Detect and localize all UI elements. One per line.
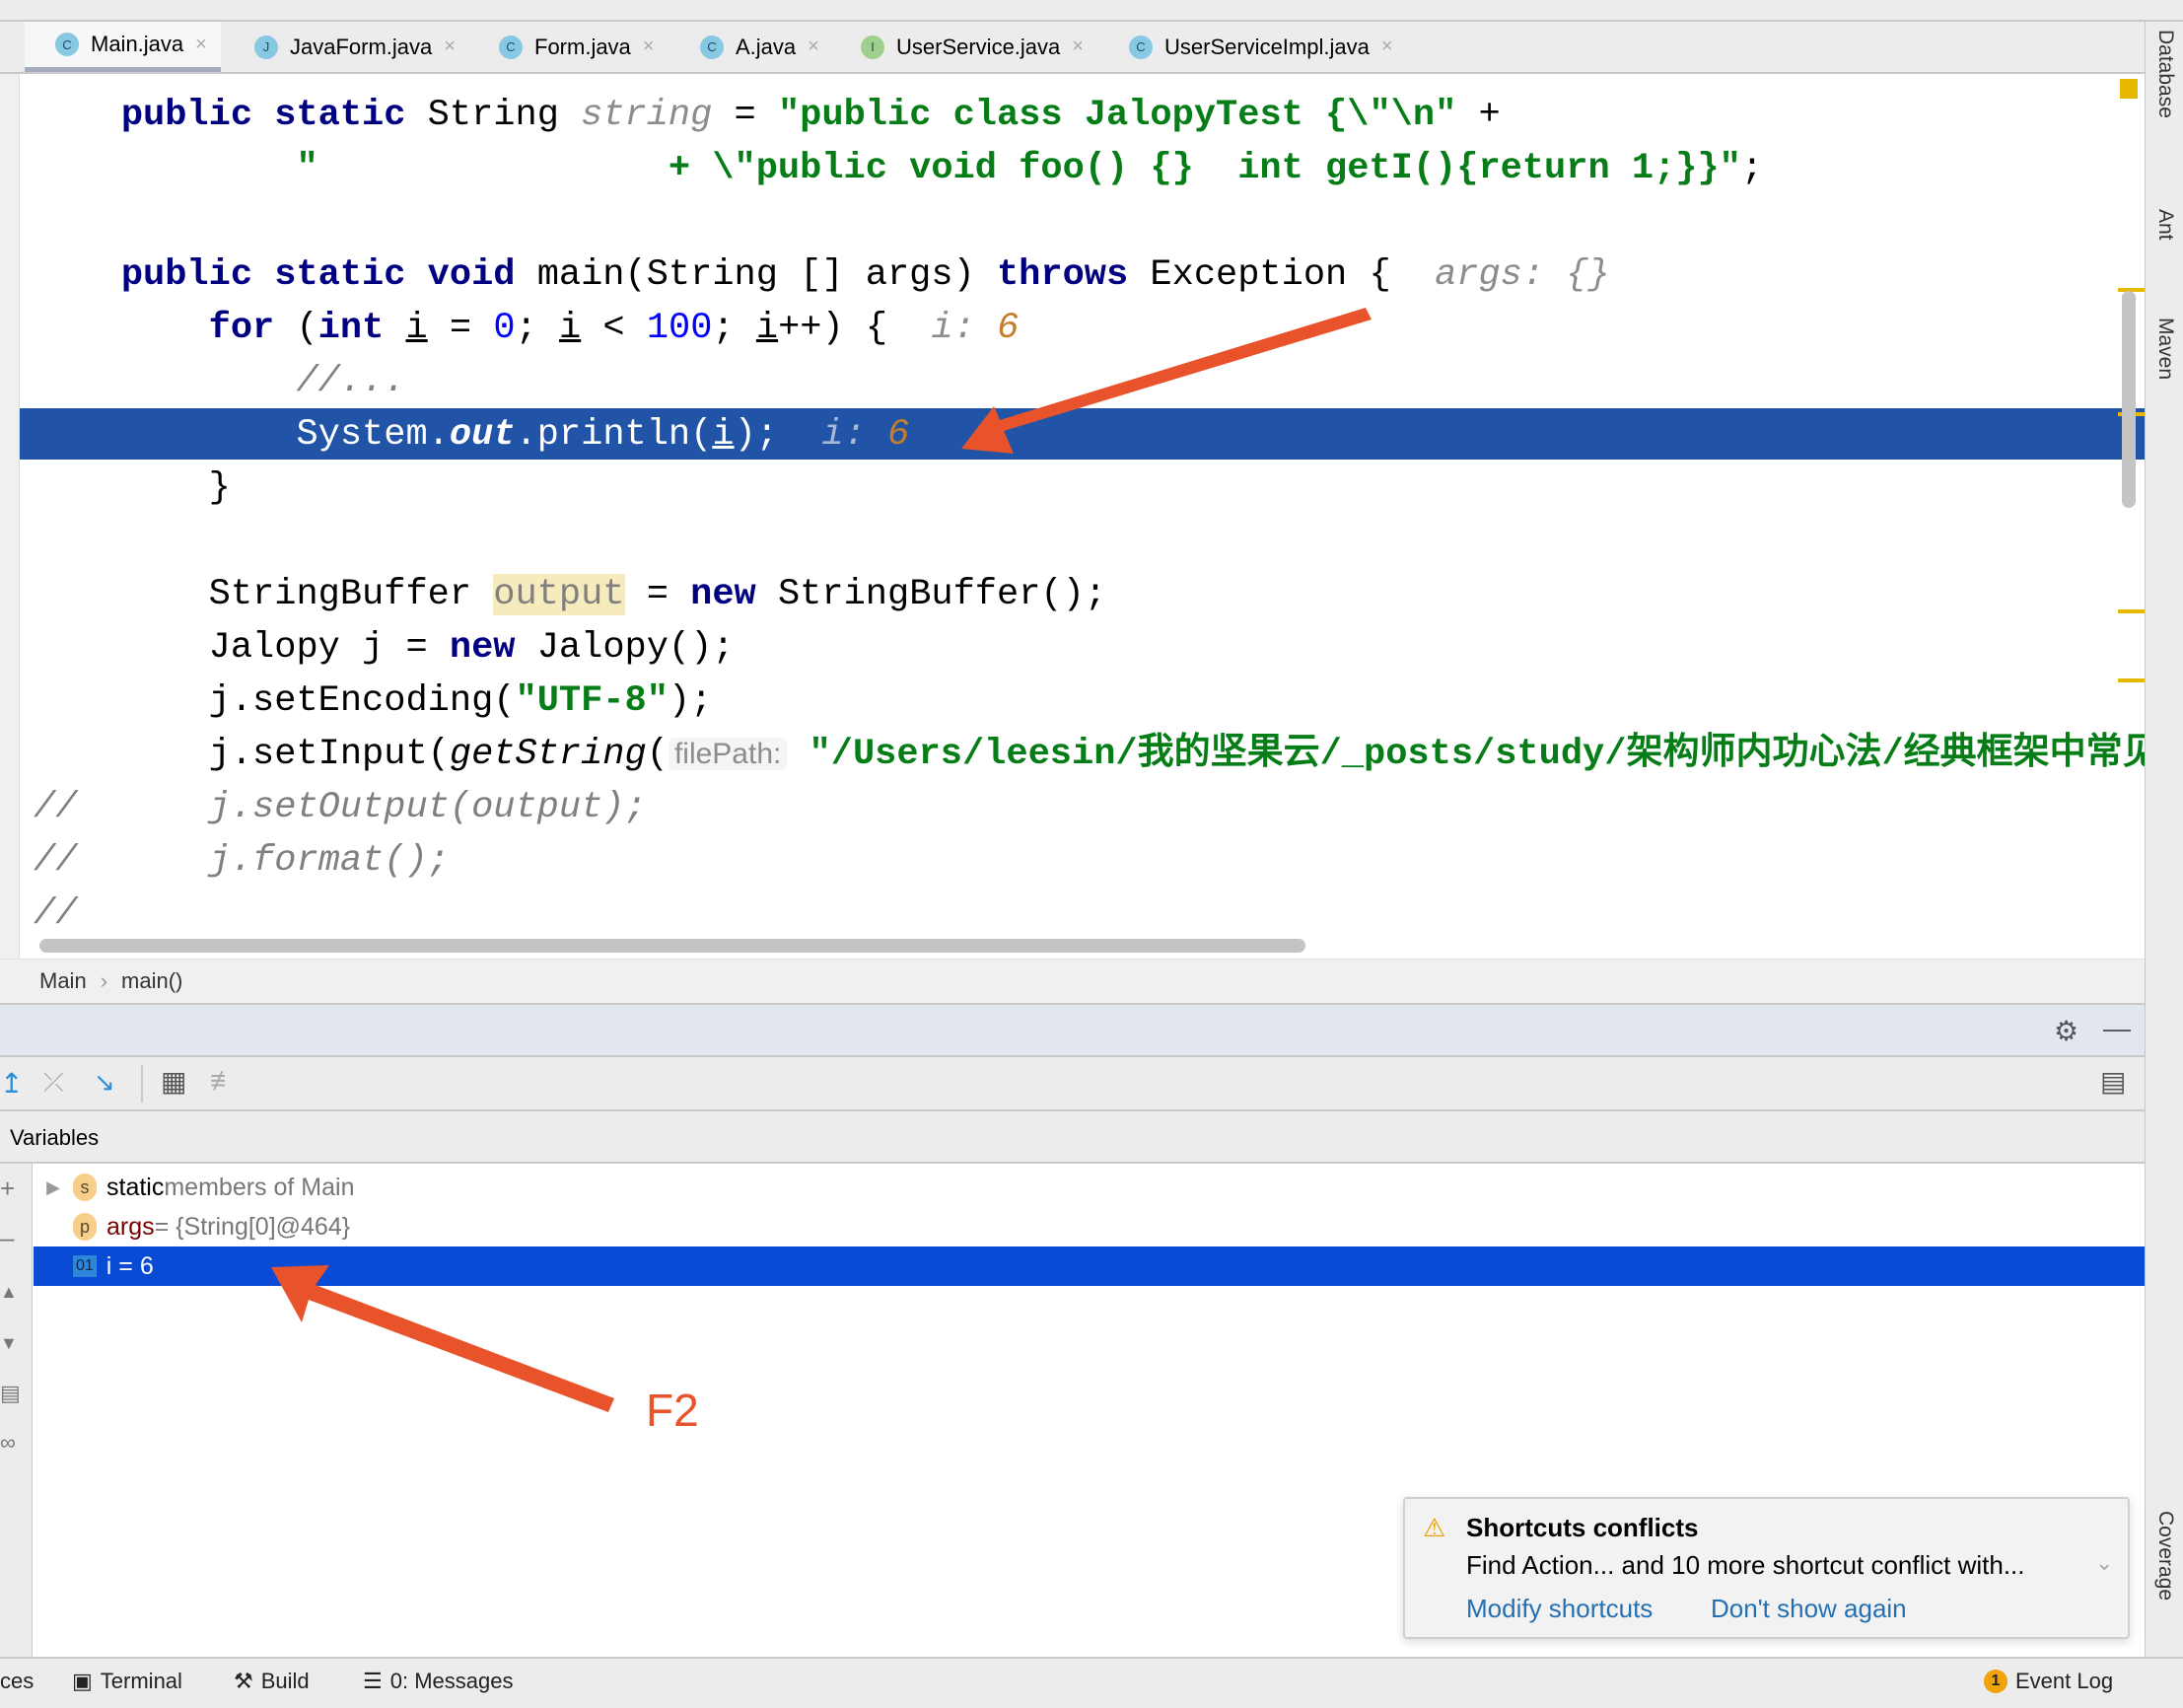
annotation-arrows: F2 <box>271 308 1372 1436</box>
arrow-to-code-line <box>961 308 1372 454</box>
f2-label: F2 <box>646 1385 699 1436</box>
arrow-to-variable <box>271 1265 614 1412</box>
